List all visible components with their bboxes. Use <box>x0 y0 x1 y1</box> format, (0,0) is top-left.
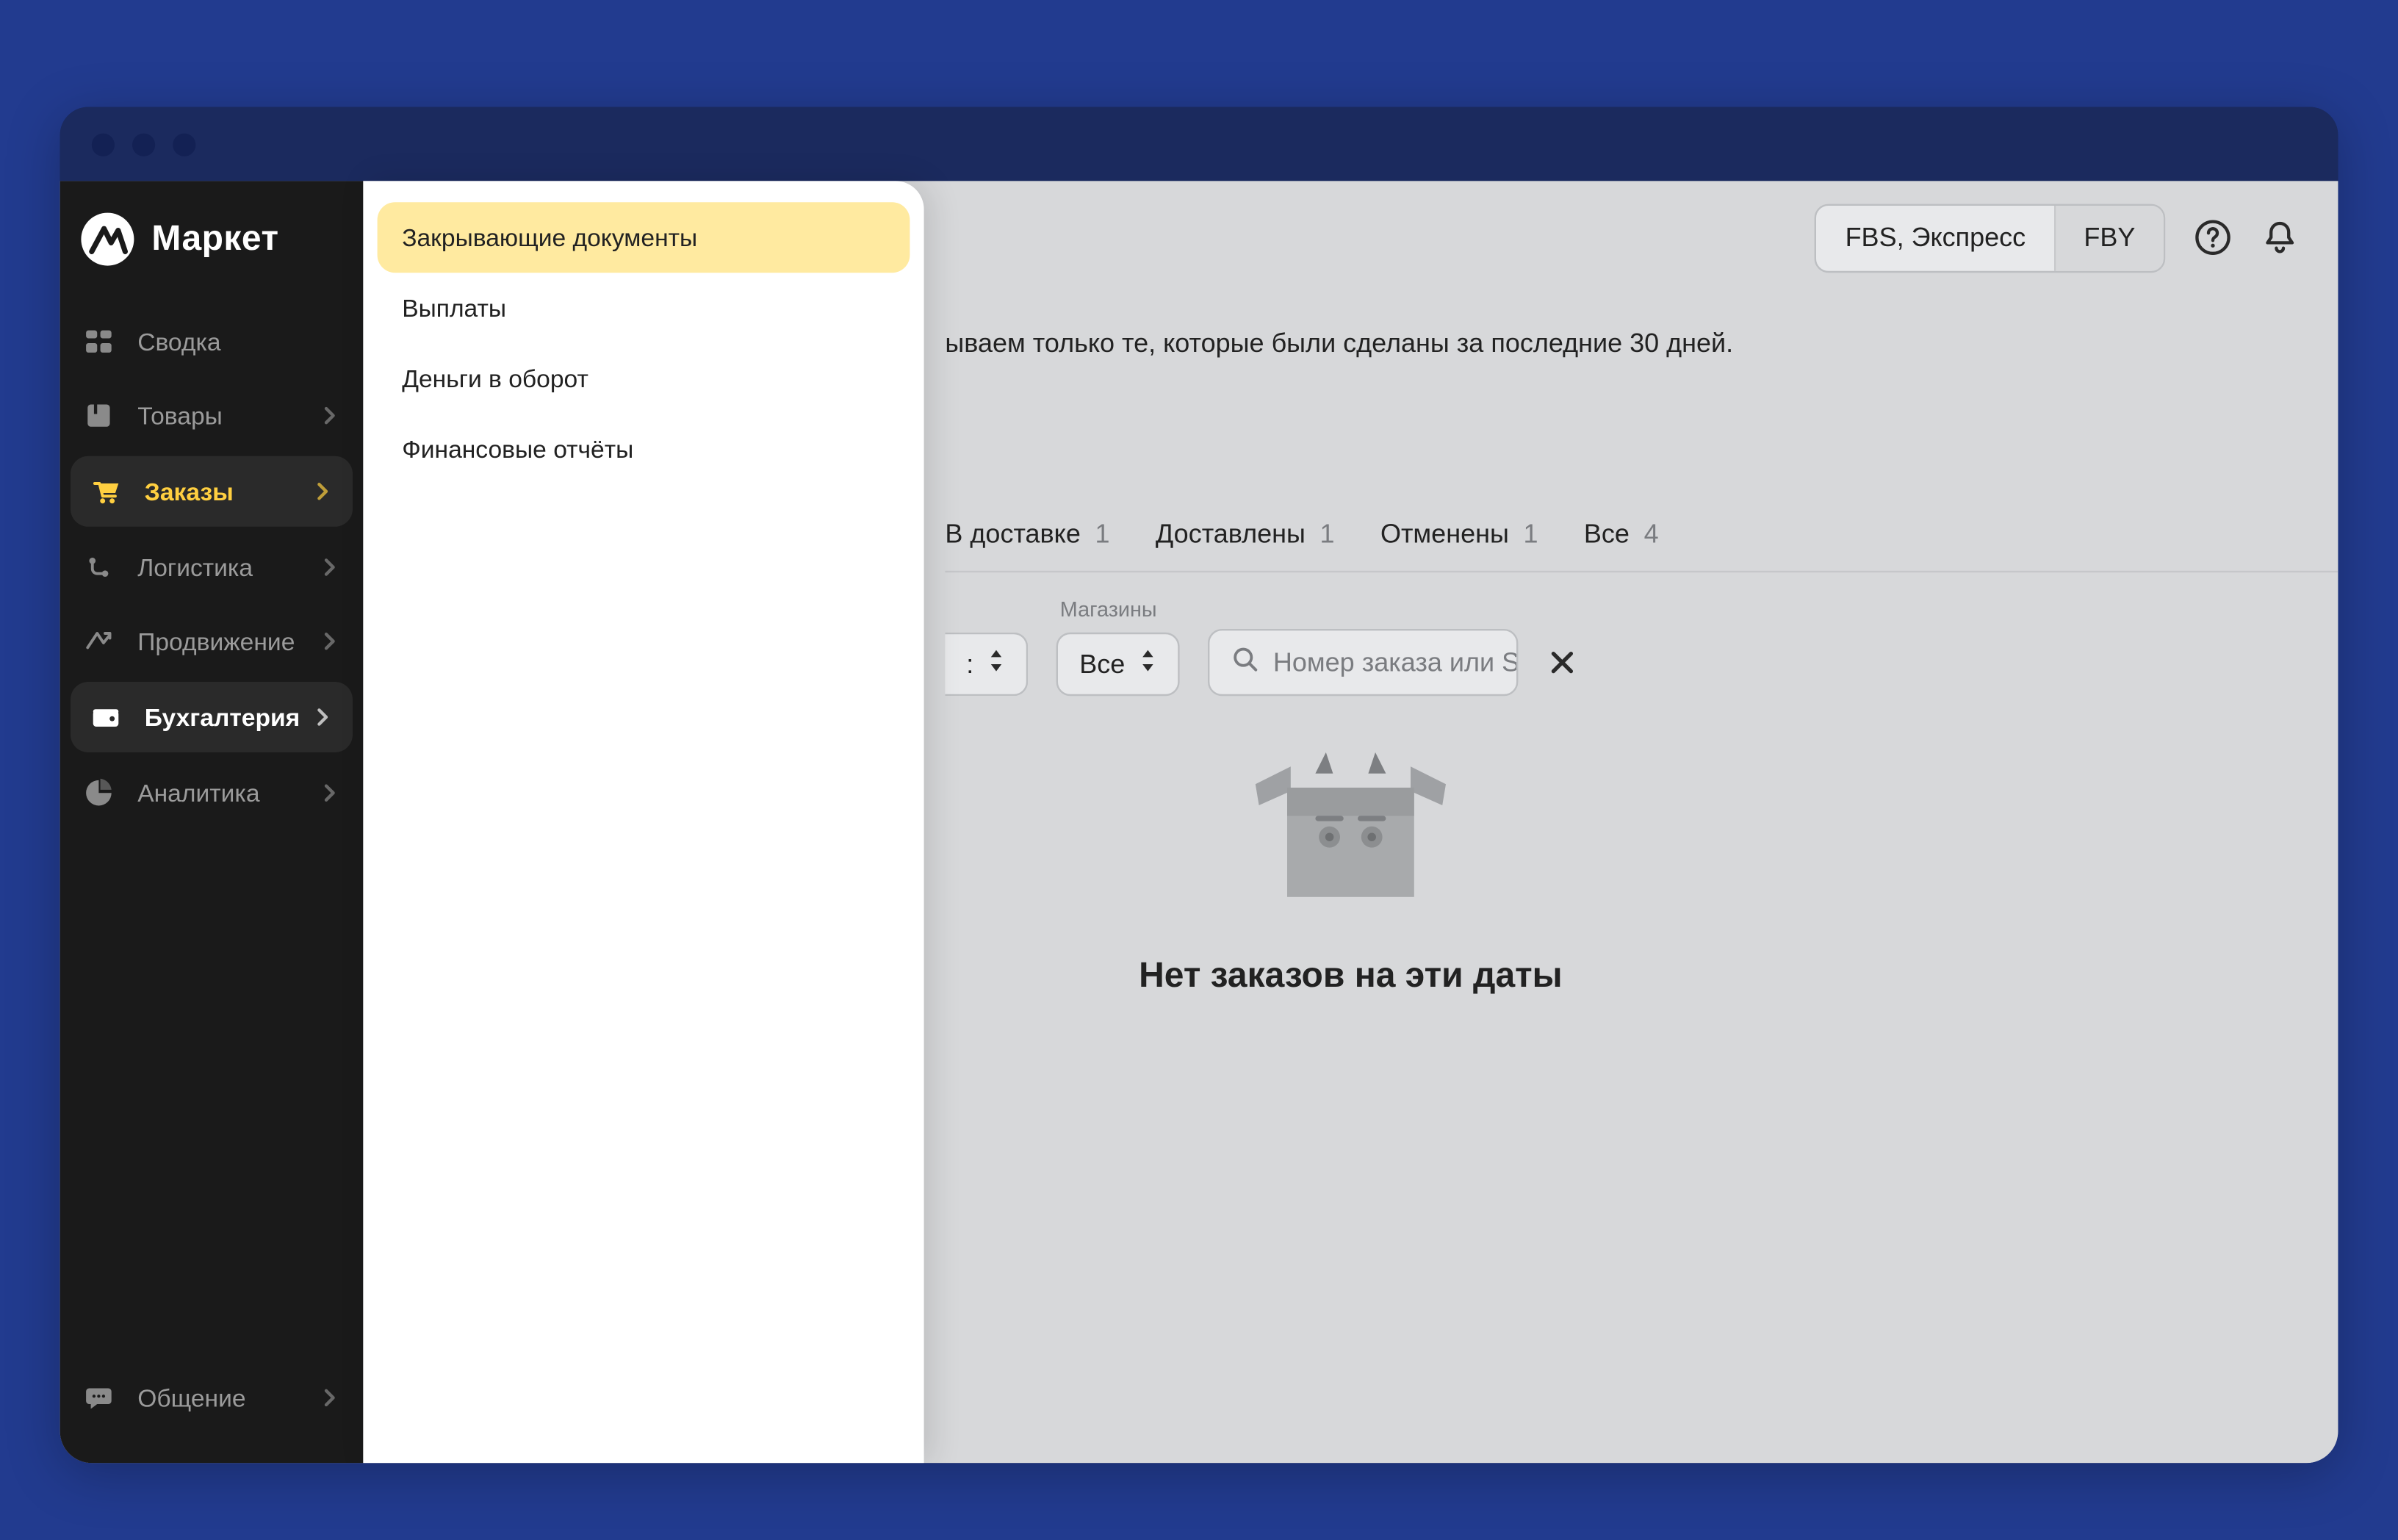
chat-icon <box>81 1380 116 1415</box>
stores-select[interactable]: Все <box>1056 633 1180 696</box>
sidebar-item-chat[interactable]: Общение <box>60 1361 364 1435</box>
submenu-item-money-turnover[interactable]: Деньги в оборот <box>378 343 910 414</box>
sidebar: Маркет Сводка Товары <box>60 181 364 1463</box>
stores-label: Магазины <box>1056 597 1180 622</box>
sidebar-item-label: Логистика <box>137 553 317 581</box>
bell-icon[interactable] <box>2261 218 2300 257</box>
sidebar-item-label: Заказы <box>145 478 311 505</box>
sidebar-footer: Общение <box>60 1347 364 1463</box>
submenu-item-label: Финансовые отчёты <box>402 435 633 463</box>
tab-delivered[interactable]: Доставлены 1 <box>1156 519 1335 550</box>
chevron-right-icon <box>310 705 335 730</box>
window-dot <box>132 132 155 155</box>
workspace: Маркет Сводка Товары <box>60 181 2338 1463</box>
submenu-item-label: Деньги в оборот <box>402 364 588 392</box>
window-dot <box>173 132 195 155</box>
chevron-right-icon <box>317 403 342 428</box>
orders-icon <box>88 474 123 509</box>
sidebar-item-label: Сводка <box>137 328 342 356</box>
sort-arrows-icon <box>987 648 1005 680</box>
sidebar-item-label: Общение <box>137 1384 317 1411</box>
stores-select-value: Все <box>1079 650 1125 680</box>
tab-count: 1 <box>1095 519 1109 550</box>
tab-cancelled[interactable]: Отменены 1 <box>1380 519 1538 550</box>
sidebar-item-label: Товары <box>137 401 317 429</box>
accounting-icon <box>88 699 123 735</box>
products-icon <box>81 398 116 433</box>
help-icon[interactable] <box>2194 218 2233 257</box>
tab-label: Доставлены <box>1156 519 1306 550</box>
sidebar-item-promotion[interactable]: Продвижение <box>60 604 364 678</box>
filters-row: : Магазины Все <box>945 594 1578 696</box>
chevron-right-icon <box>317 1386 342 1411</box>
model-segment-fby[interactable]: FBY <box>2056 205 2164 270</box>
model-segment-label: FBS, Экспресс <box>1846 223 2026 253</box>
accounting-submenu: Закрывающие документы Выплаты Деньги в о… <box>363 181 923 1463</box>
tab-count: 1 <box>1320 519 1335 550</box>
search-placeholder: Номер заказа или SKU <box>1273 647 1519 677</box>
filter-clear <box>1547 594 1578 696</box>
fulfillment-model-toggle[interactable]: FBS, Экспресс FBY <box>1815 203 2165 272</box>
sidebar-item-label: Продвижение <box>137 627 317 655</box>
tab-label: Отменены <box>1380 519 1509 550</box>
brand[interactable]: Маркет <box>60 181 364 304</box>
browser-title-bar <box>60 107 2338 181</box>
filter-label <box>1547 594 1578 619</box>
model-segment-label: FBY <box>2084 223 2135 253</box>
sidebar-item-orders[interactable]: Заказы <box>71 456 353 527</box>
tab-label: Все <box>1584 519 1630 550</box>
sidebar-item-accounting[interactable]: Бухгалтерия <box>71 682 353 752</box>
submenu-item-label: Закрывающие документы <box>402 223 697 251</box>
chevron-right-icon <box>317 780 342 805</box>
filter-label <box>1208 594 1518 619</box>
promotion-icon <box>81 624 116 659</box>
submenu-item-label: Выплаты <box>402 294 506 322</box>
partial-select-text: : <box>966 650 973 680</box>
chevron-right-icon <box>310 479 335 504</box>
sidebar-item-label: Бухгалтерия <box>145 703 311 731</box>
tab-count: 1 <box>1523 519 1538 550</box>
filter-stores: Магазины Все <box>1056 597 1180 696</box>
logistics-icon <box>81 550 116 585</box>
submenu-item-payouts[interactable]: Выплаты <box>378 273 910 343</box>
partial-select[interactable]: : <box>945 633 1028 696</box>
dashboard-icon <box>81 324 116 359</box>
sidebar-item-logistics[interactable]: Логистика <box>60 530 364 605</box>
submenu-item-closing-docs[interactable]: Закрывающие документы <box>378 202 910 273</box>
window-dot <box>92 132 115 155</box>
chevron-right-icon <box>317 555 342 580</box>
model-segment-fbs[interactable]: FBS, Экспресс <box>1817 205 2056 270</box>
brand-logo-icon <box>81 213 134 266</box>
hint-text: ываем только те, которые были сделаны за… <box>945 329 2267 359</box>
tab-count: 4 <box>1644 519 1659 550</box>
search-icon <box>1231 645 1259 680</box>
sidebar-item-products[interactable]: Товары <box>60 378 364 453</box>
empty-box-illustration <box>1245 749 1456 925</box>
tab-all[interactable]: Все 4 <box>1584 519 1659 550</box>
order-search-input[interactable]: Номер заказа или SKU <box>1208 629 1518 696</box>
empty-state-title: Нет заказов на эти даты <box>980 957 1721 997</box>
sidebar-item-summary[interactable]: Сводка <box>60 304 364 378</box>
order-status-tabs: В доставке 1 Доставлены 1 Отменены 1 Все… <box>945 519 2338 572</box>
analytics-icon <box>81 775 116 810</box>
empty-state: Нет заказов на эти даты <box>980 749 1721 997</box>
tab-in-delivery[interactable]: В доставке 1 <box>945 519 1109 550</box>
filter-partial: : <box>945 597 1028 696</box>
submenu-item-financial-reports[interactable]: Финансовые отчёты <box>378 414 910 484</box>
chevron-right-icon <box>317 629 342 654</box>
sidebar-item-label: Аналитика <box>137 779 317 807</box>
sort-arrows-icon <box>1139 648 1156 680</box>
primary-nav: Сводка Товары <box>60 304 364 830</box>
brand-name: Маркет <box>151 219 278 259</box>
filter-label <box>945 597 1028 622</box>
tab-label: В доставке <box>945 519 1080 550</box>
close-icon[interactable] <box>1547 629 1578 696</box>
browser-window: Маркет Сводка Товары <box>60 107 2338 1464</box>
filter-search: Номер заказа или SKU <box>1208 594 1518 696</box>
sidebar-item-analytics[interactable]: Аналитика <box>60 756 364 830</box>
